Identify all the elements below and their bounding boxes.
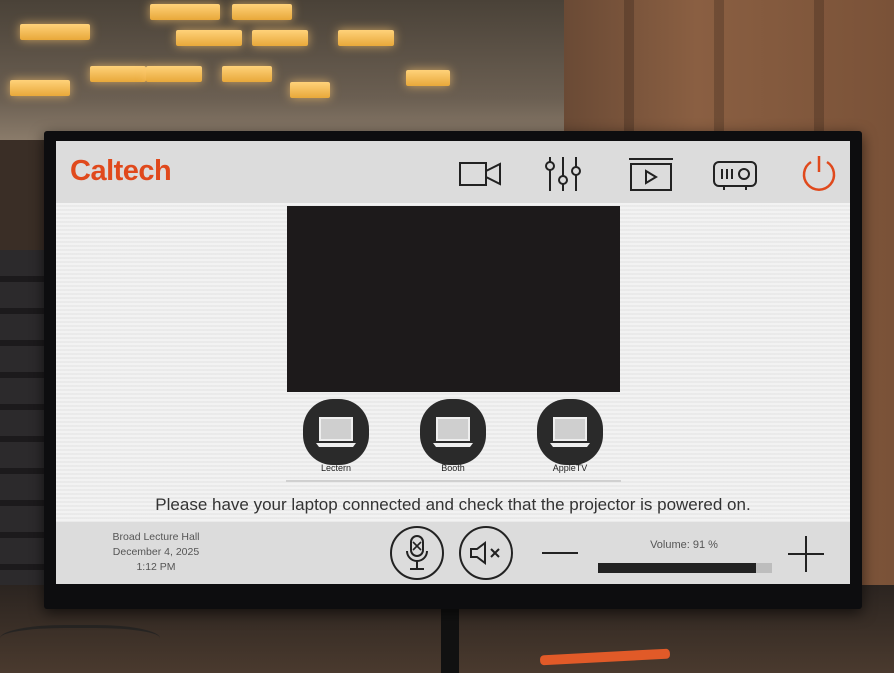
source-appletv[interactable]: AppleTV bbox=[535, 399, 605, 473]
source-booth[interactable]: Booth bbox=[418, 399, 488, 473]
current-time: 1:12 PM bbox=[136, 561, 176, 573]
laptop-icon bbox=[433, 417, 473, 447]
projector-icon bbox=[713, 161, 757, 190]
media-play-icon bbox=[629, 158, 673, 191]
volume-bar[interactable] bbox=[598, 563, 772, 573]
ceiling-light bbox=[176, 30, 242, 46]
top-bar: Caltech bbox=[56, 141, 850, 203]
source-label: AppleTV bbox=[552, 463, 588, 473]
volume-bar-fill bbox=[598, 563, 757, 573]
source-label: Lectern bbox=[320, 463, 352, 473]
projector-button[interactable] bbox=[710, 155, 760, 193]
monitor-stand bbox=[441, 598, 459, 673]
volume-up-button[interactable] bbox=[786, 534, 826, 574]
power-button[interactable] bbox=[794, 155, 844, 193]
power-icon bbox=[802, 156, 836, 191]
source-lectern[interactable]: Lectern bbox=[301, 399, 371, 473]
cable bbox=[0, 625, 160, 658]
volume-down-button[interactable] bbox=[538, 538, 582, 568]
ceiling-light bbox=[252, 30, 308, 46]
laptop-icon bbox=[550, 417, 590, 447]
ceiling-light bbox=[90, 66, 146, 82]
source-button-bg bbox=[303, 399, 369, 465]
ceiling-light bbox=[146, 66, 202, 82]
speaker-muted-icon bbox=[470, 541, 500, 565]
mic-mute-button[interactable] bbox=[390, 526, 444, 580]
current-date: December 4, 2025 bbox=[112, 546, 200, 558]
ceiling-light bbox=[338, 30, 394, 46]
ceiling-light bbox=[232, 4, 292, 20]
media-button[interactable] bbox=[626, 155, 676, 193]
instruction-message: Please have your laptop connected and ch… bbox=[155, 495, 751, 514]
room-name: Broad Lecture Hall bbox=[112, 531, 200, 543]
speaker-mute-button[interactable] bbox=[459, 526, 513, 580]
camera-icon bbox=[459, 162, 501, 186]
room-info: Broad Lecture Hall December 4, 2025 1:12… bbox=[76, 530, 236, 575]
source-divider bbox=[286, 480, 621, 482]
ceiling-light bbox=[150, 4, 220, 20]
mixer-sliders-icon bbox=[545, 157, 581, 191]
source-button-bg bbox=[537, 399, 603, 465]
source-button-bg bbox=[420, 399, 486, 465]
video-preview bbox=[287, 206, 620, 392]
ceiling-light bbox=[222, 66, 272, 82]
touch-panel-screen: Caltech Lectern Booth AppleTV Please hav… bbox=[56, 141, 850, 584]
bottom-bar: Broad Lecture Hall December 4, 2025 1:12… bbox=[56, 522, 850, 584]
ceiling-light bbox=[10, 80, 70, 96]
ceiling-light bbox=[406, 70, 450, 86]
plus-icon bbox=[788, 536, 824, 572]
caltech-logo: Caltech bbox=[70, 155, 172, 187]
ceiling-light bbox=[290, 82, 330, 98]
volume-label: Volume: 91 % bbox=[650, 539, 718, 551]
camera-button[interactable] bbox=[456, 155, 506, 193]
ceiling-light bbox=[20, 24, 90, 40]
minus-icon bbox=[542, 552, 578, 554]
laptop-icon bbox=[316, 417, 356, 447]
microphone-muted-icon bbox=[406, 535, 428, 570]
source-label: Booth bbox=[441, 463, 465, 473]
audio-mixer-button[interactable] bbox=[538, 155, 588, 193]
